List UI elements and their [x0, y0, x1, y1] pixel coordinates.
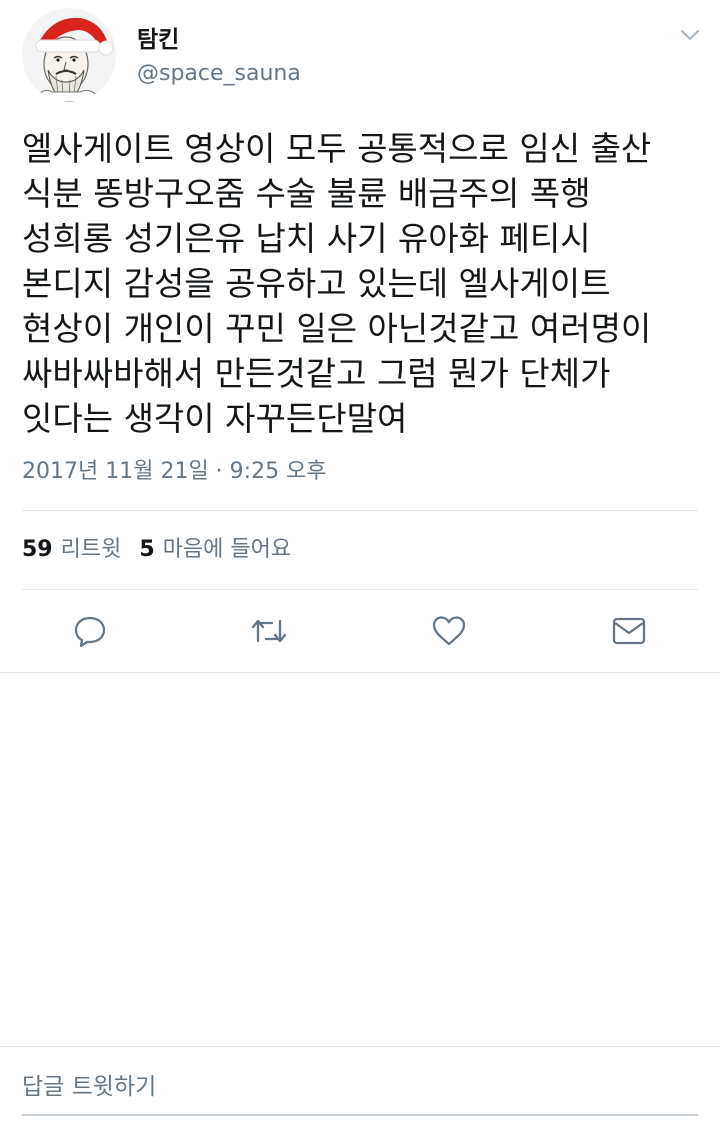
chevron-down-icon	[680, 29, 700, 41]
display-name[interactable]: 탐킨	[137, 26, 179, 54]
tweet-stats: 59 리트윗 5 마음에 들어요	[22, 536, 291, 564]
tweet-text-line: 잇다는 생각이 자꾸든단말여	[22, 399, 408, 438]
tweet-header: 탐킨 @space_sauna	[0, 0, 720, 110]
tweet-text: 엘사게이트 영상이 모두 공통적으로 임신 출산 식분 똥방구오줌 수술 불륜 …	[22, 126, 702, 441]
reply-button[interactable]	[71, 612, 109, 650]
tweet-text-line: 현상이 개인이 꾸민 일은 아닌것같고 여러명이	[22, 309, 652, 348]
retweets-label: 리트윗	[60, 537, 122, 562]
santa-hat-portrait-icon	[33, 17, 114, 102]
likes-stat[interactable]: 5 마음에 들어요	[139, 537, 291, 562]
avatar[interactable]	[22, 8, 116, 102]
direct-message-button[interactable]	[610, 612, 648, 650]
reply-placeholder: 답글 트윗하기	[22, 1074, 157, 1100]
tweet-text-line: 싸바싸바해서 만든것같고 그럼 뭔가 단체가	[22, 354, 611, 393]
retweet-icon	[251, 619, 287, 643]
reply-icon	[74, 616, 106, 648]
tweet-timestamp: 2017년 11월 21일 · 9:25 오후	[22, 459, 327, 484]
divider	[22, 589, 698, 590]
divider	[22, 510, 698, 511]
divider	[0, 672, 720, 673]
retweets-stat[interactable]: 59 리트윗	[22, 537, 121, 562]
retweet-button[interactable]	[250, 612, 288, 650]
reply-input[interactable]: 답글 트윗하기	[22, 1068, 698, 1116]
tweet-text-line: 엘사게이트 영상이 모두 공통적으로 임신 출산	[22, 129, 652, 168]
heart-icon	[432, 616, 466, 646]
envelope-icon	[612, 617, 646, 645]
tweet-text-line: 본디지 감성을 공유하고 있는데 엘사게이트	[22, 264, 611, 303]
tweet-text-line: 식분 똥방구오줌 수술 불륜 배금주의 폭행	[22, 174, 591, 213]
retweets-count: 59	[22, 537, 53, 562]
tweet-text-line: 성희롱 성기은유 납치 사기 유아화 페티시	[22, 219, 591, 258]
like-button[interactable]	[430, 612, 468, 650]
more-options-button[interactable]	[672, 20, 708, 50]
divider	[0, 1046, 720, 1047]
likes-label: 마음에 들어요	[162, 537, 292, 562]
likes-count: 5	[139, 537, 155, 562]
username[interactable]: @space_sauna	[137, 60, 301, 88]
